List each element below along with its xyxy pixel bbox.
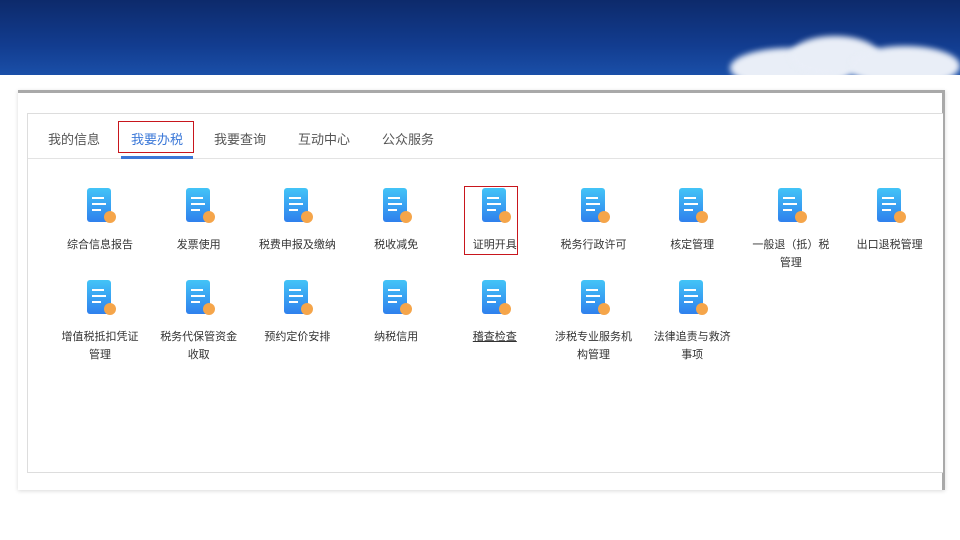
service-item[interactable]: 出口退税管理	[841, 184, 939, 254]
highlight-box	[464, 186, 518, 255]
custody-funds-icon	[179, 276, 219, 320]
service-item-label: 核定管理	[670, 238, 715, 251]
service-item-label: 税费申报及缴纳	[258, 238, 336, 251]
service-item[interactable]: 税务代保管资金收取	[150, 276, 248, 364]
invoice-icon	[179, 184, 219, 228]
tab-public-service[interactable]: 公众服务	[382, 129, 434, 148]
refund-gear-icon	[771, 184, 811, 228]
service-item[interactable]: 增值税抵扣凭证管理	[51, 276, 149, 364]
tab-my-info[interactable]: 我的信息	[48, 129, 100, 148]
export-refund-icon	[870, 184, 910, 228]
credit-shield-icon	[376, 276, 416, 320]
service-container: 我的信息 我要办税 我要查询 互动中心 公众服务 综合信息报告 发票使用 税费申报及…	[27, 113, 943, 473]
service-item[interactable]: 核定管理	[643, 184, 741, 254]
service-item-label: 出口退税管理	[856, 238, 923, 251]
active-tab-indicator	[121, 156, 193, 159]
tab-query[interactable]: 我要查询	[214, 129, 266, 148]
service-item-label: 纳税信用	[374, 330, 419, 343]
institution-icon	[574, 276, 614, 320]
service-item[interactable]: 一般退（抵）税管理	[742, 184, 840, 272]
vat-voucher-icon	[80, 276, 120, 320]
service-item[interactable]: 税收减免	[347, 184, 445, 254]
service-item-label: 预约定价安排	[264, 330, 331, 343]
service-item[interactable]: 法律追责与救济事项	[643, 276, 741, 364]
tab-highlight-box	[118, 121, 194, 153]
service-item[interactable]: 纳税信用	[347, 276, 445, 346]
service-item[interactable]: 税务行政许可	[545, 184, 643, 254]
service-item[interactable]: 稽查检查	[446, 276, 544, 346]
law-book-icon	[672, 276, 712, 320]
assessment-icon	[672, 184, 712, 228]
calendar-check-icon	[277, 276, 317, 320]
service-item-label: 涉税专业服务机构管理	[555, 330, 632, 361]
inspection-shield-icon	[475, 276, 515, 320]
service-item[interactable]: 综合信息报告	[51, 184, 149, 254]
tab-interaction[interactable]: 互动中心	[298, 129, 350, 148]
service-item-label: 发票使用	[176, 238, 221, 251]
license-icon	[574, 184, 614, 228]
header-banner	[0, 0, 960, 75]
service-item[interactable]: 发票使用	[150, 184, 248, 254]
service-item-label: 法律追责与救济事项	[653, 330, 731, 361]
service-item-label: 税务行政许可	[560, 238, 627, 251]
service-item-label: 稽查检查	[472, 330, 517, 343]
service-item-label: 税收减免	[374, 238, 419, 251]
service-item[interactable]: 预约定价安排	[248, 276, 346, 346]
service-item-label: 税务代保管资金收取	[160, 330, 238, 361]
tax-reduction-icon	[376, 184, 416, 228]
clipboard-mic-icon	[80, 184, 120, 228]
service-item-label: 增值税抵扣凭证管理	[61, 330, 139, 361]
service-item-label: 综合信息报告	[67, 238, 133, 251]
service-item[interactable]: 税费申报及缴纳	[248, 184, 346, 254]
service-item[interactable]: 涉税专业服务机构管理	[545, 276, 643, 364]
service-item-label: 一般退（抵）税管理	[752, 238, 830, 269]
tax-payment-icon	[277, 184, 317, 228]
tab-bar: 我的信息 我要办税 我要查询 互动中心 公众服务	[28, 114, 943, 159]
